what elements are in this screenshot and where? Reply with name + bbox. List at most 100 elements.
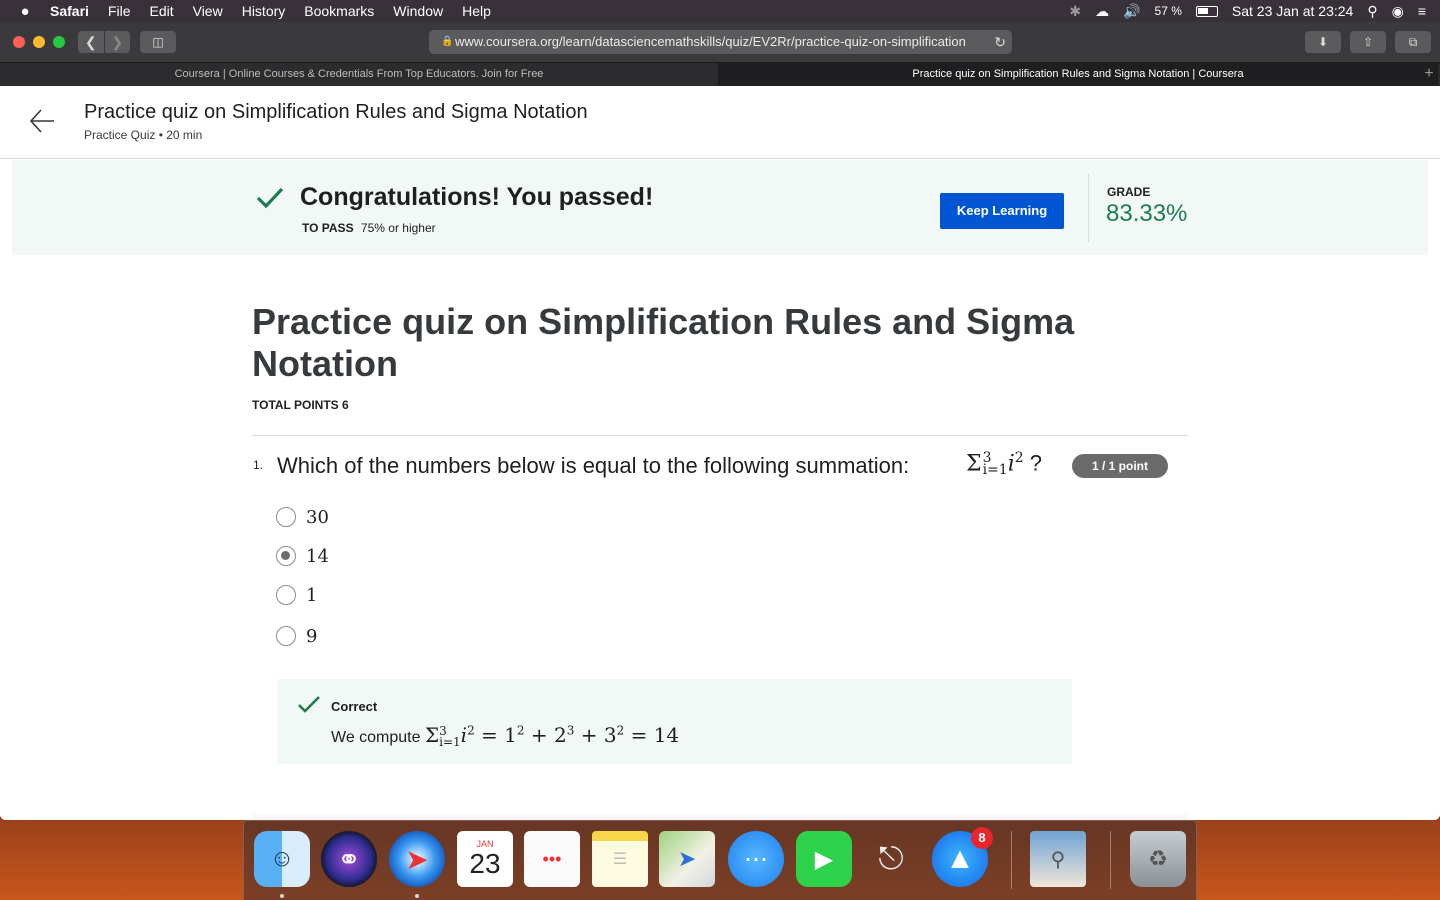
check-icon bbox=[256, 187, 284, 209]
option-9[interactable]: 9 bbox=[276, 625, 318, 647]
tab-overview-button[interactable]: ⧉ bbox=[1395, 31, 1431, 53]
points-badge: 1 / 1 point bbox=[1072, 454, 1168, 478]
address-bar[interactable]: 🔒 www.coursera.org/learn/datasciencemath… bbox=[429, 30, 1012, 54]
menu-help[interactable]: Help bbox=[462, 3, 491, 19]
option-30[interactable]: 30 bbox=[276, 506, 329, 528]
cloud-icon[interactable]: ☁ bbox=[1095, 3, 1109, 20]
volume-icon[interactable]: 🔊 bbox=[1123, 3, 1140, 20]
reload-icon[interactable]: ↻ bbox=[988, 30, 1006, 54]
siri-dock-icon[interactable]: ⚭ bbox=[321, 831, 377, 887]
option-14[interactable]: 14 bbox=[276, 545, 329, 567]
total-points: TOTAL POINTS 6 bbox=[252, 398, 349, 412]
pass-banner: Congratulations! You passed! TO PASS 75%… bbox=[12, 160, 1428, 255]
question-math: Σ 3 i=1 i2 ? bbox=[966, 450, 1042, 479]
feedback-label: Correct bbox=[331, 699, 378, 714]
close-window-button[interactable] bbox=[13, 36, 25, 48]
sigma-exponent: 2 bbox=[1014, 450, 1024, 466]
keynote-icon[interactable]: ⎋ bbox=[863, 831, 919, 887]
sigma-term: i bbox=[1007, 451, 1015, 477]
page-header: Practice quiz on Simplification Rules an… bbox=[0, 86, 1440, 159]
menu-view[interactable]: View bbox=[193, 3, 223, 19]
fullscreen-window-button[interactable] bbox=[53, 36, 65, 48]
finder-icon[interactable]: ☺ bbox=[254, 831, 310, 887]
menu-bookmarks[interactable]: Bookmarks bbox=[304, 3, 374, 19]
web-page: Practice quiz on Simplification Rules an… bbox=[0, 86, 1440, 820]
bluetooth-icon[interactable]: ✱ bbox=[1069, 3, 1081, 20]
grade-value: 83.33% bbox=[1106, 200, 1188, 227]
battery-percent: 57 % bbox=[1154, 4, 1182, 18]
maps-icon[interactable]: ➤ bbox=[659, 831, 715, 887]
safari-toolbar: ❮ ❯ ◫ 🔒 www.coursera.org/learn/datascien… bbox=[0, 22, 1440, 62]
url-text: www.coursera.org/learn/datasciencemathsk… bbox=[455, 34, 966, 49]
quiz-title: Practice quiz on Simplification Rules an… bbox=[252, 301, 1075, 384]
to-pass-value: 75% or higher bbox=[360, 221, 436, 235]
header-title: Practice quiz on Simplification Rules an… bbox=[84, 101, 588, 123]
next-question-edge bbox=[252, 812, 1188, 820]
lock-icon: 🔒 bbox=[441, 36, 454, 47]
option-label: 14 bbox=[306, 545, 329, 567]
sidebar-toggle-button[interactable]: ◫ bbox=[140, 31, 176, 53]
safari-window: ❮ ❯ ◫ 🔒 www.coursera.org/learn/datascien… bbox=[0, 22, 1440, 820]
question-text: Which of the numbers below is equal to t… bbox=[277, 453, 910, 478]
tab-practice-quiz[interactable]: Practice quiz on Simplification Rules an… bbox=[719, 63, 1438, 87]
calendar-day: 23 bbox=[469, 848, 501, 879]
dock: ☺ ⚭ ➤ JAN 23 ••• ☰ ➤ ⋯ ▶ ⎋ ▲ 8 ⚲ ♻ bbox=[243, 820, 1197, 900]
sigma-symbol: Σ bbox=[966, 451, 982, 477]
grade-label: GRADE bbox=[1107, 185, 1151, 199]
minimize-window-button[interactable] bbox=[33, 36, 45, 48]
safari-dock-icon[interactable]: ➤ bbox=[389, 831, 445, 887]
downloads-button[interactable]: ⬇ bbox=[1305, 31, 1341, 53]
spotlight-icon[interactable]: ⚲ bbox=[1367, 3, 1377, 20]
tab-coursera-home[interactable]: Coursera | Online Courses & Credentials … bbox=[0, 63, 719, 87]
divider bbox=[252, 435, 1188, 436]
radio-button-selected[interactable] bbox=[276, 546, 296, 566]
option-label: 9 bbox=[306, 625, 318, 647]
header-subtitle: Practice Quiz • 20 min bbox=[84, 128, 203, 142]
correct-check-icon bbox=[298, 696, 320, 713]
back-button[interactable]: ❮ bbox=[78, 31, 104, 53]
preview-icon[interactable]: ⚲ bbox=[1030, 831, 1086, 887]
menu-window[interactable]: Window bbox=[393, 3, 443, 19]
facetime-icon[interactable]: ▶ bbox=[796, 831, 852, 887]
trash-icon[interactable]: ♻ bbox=[1130, 831, 1186, 887]
question-number: 1. bbox=[253, 458, 264, 472]
option-label: 1 bbox=[306, 584, 318, 606]
dock-separator bbox=[1110, 831, 1111, 889]
feedback-text: We compute Σ 3 i=1 i2 = 12 + 23 + 32 = 14 bbox=[331, 723, 679, 748]
to-pass-info: TO PASS 75% or higher bbox=[302, 221, 436, 235]
running-indicator bbox=[280, 894, 284, 898]
pass-message: Congratulations! You passed! bbox=[300, 183, 654, 211]
new-tab-button[interactable]: + bbox=[1418, 63, 1440, 87]
siri-icon[interactable]: ◉ bbox=[1392, 3, 1404, 20]
tab-bar: Coursera | Online Courses & Credentials … bbox=[0, 62, 1440, 87]
feedback-prefix: We compute bbox=[331, 729, 421, 746]
messages-icon[interactable]: ⋯ bbox=[728, 831, 784, 887]
keep-learning-button[interactable]: Keep Learning bbox=[940, 193, 1064, 229]
feedback-math: Σ 3 i=1 i2 = 12 + 23 + 32 = 14 bbox=[424, 723, 680, 749]
reminders-icon[interactable]: ••• bbox=[524, 831, 580, 887]
battery-icon[interactable] bbox=[1195, 5, 1218, 17]
feedback-box: Correct We compute Σ 3 i=1 i2 = 12 + 23 + 3… bbox=[277, 679, 1072, 764]
radio-button[interactable] bbox=[276, 626, 296, 646]
running-indicator bbox=[415, 894, 419, 898]
to-pass-label: TO PASS bbox=[302, 221, 354, 235]
share-button[interactable]: ⇧ bbox=[1350, 31, 1386, 53]
dock-separator bbox=[1011, 831, 1012, 889]
back-arrow-icon[interactable] bbox=[28, 106, 58, 136]
apple-menu-icon[interactable]: ● bbox=[14, 3, 36, 20]
option-1[interactable]: 1 bbox=[276, 584, 318, 606]
menu-bar: ● Safari File Edit View History Bookmark… bbox=[0, 0, 1440, 22]
menu-edit[interactable]: Edit bbox=[149, 3, 173, 19]
calendar-icon[interactable]: JAN 23 bbox=[457, 831, 513, 887]
menu-app-safari[interactable]: Safari bbox=[50, 3, 89, 19]
radio-button[interactable] bbox=[276, 507, 296, 527]
menu-history[interactable]: History bbox=[242, 3, 286, 19]
notification-center-icon[interactable]: ≡ bbox=[1418, 3, 1426, 19]
option-label: 30 bbox=[306, 506, 329, 528]
menubar-clock[interactable]: Sat 23 Jan at 23:24 bbox=[1232, 3, 1353, 19]
sigma-lower: i=1 bbox=[982, 462, 1008, 479]
menu-file[interactable]: File bbox=[108, 3, 131, 19]
notes-icon[interactable]: ☰ bbox=[592, 831, 648, 887]
forward-button[interactable]: ❯ bbox=[104, 31, 130, 53]
radio-button[interactable] bbox=[276, 585, 296, 605]
